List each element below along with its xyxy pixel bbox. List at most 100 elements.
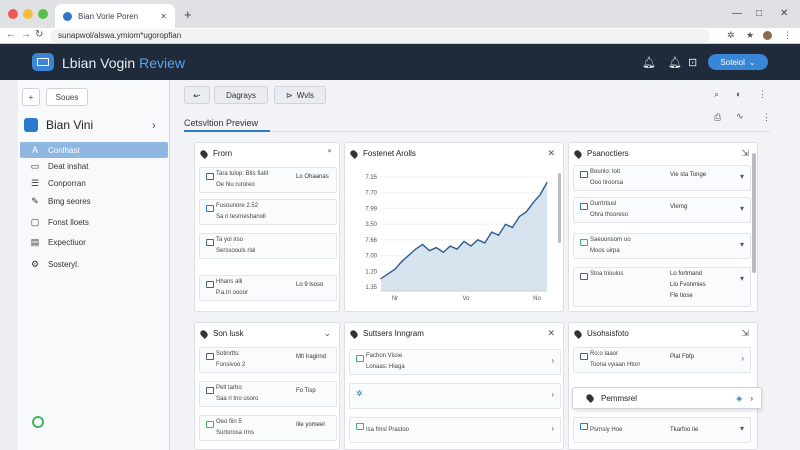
forward-arrow-icon[interactable]: → (21, 29, 31, 40)
list-item[interactable]: Oeo fiin 5 Surtorosa rrns Iile yomeel (199, 415, 337, 441)
row-line2: Oe hiu ruroreo (216, 182, 255, 188)
list-item[interactable]: Ro:o Iaaor Toona vyiaan Htorr Plat Fbfp … (573, 347, 751, 373)
chevron-down-icon[interactable]: ▾ (740, 204, 744, 213)
sidebar-item-deat-inshat[interactable]: ▭ Deat inshat (20, 158, 168, 174)
sidebar-item-sosteryl[interactable]: ⚙ Sosteryl. (20, 256, 168, 272)
chevron-down-icon[interactable]: ▾ (740, 424, 744, 433)
chevron-right-icon[interactable]: › (551, 390, 554, 399)
chevron-down-icon[interactable]: ▾ (740, 240, 744, 249)
data-point (511, 226, 514, 229)
data-point (387, 273, 389, 275)
search-doc-icon[interactable]: ⌕ (714, 89, 719, 100)
toolbar-diagrams-button[interactable]: Dagrays (214, 86, 268, 104)
list-item[interactable]: Gurrtrtiusl Ohra thsoreso Vlerng ▾ (573, 197, 751, 223)
sidebar-item-expectiuor[interactable]: ▤ Expectiuor (20, 234, 168, 250)
list-item[interactable]: Stoa trioulos Lo fortmand Llo Fvonmies F… (573, 267, 751, 307)
close-icon[interactable]: ✕ (547, 148, 555, 159)
minimize-window-dot[interactable] (23, 9, 33, 19)
chevron-right-icon[interactable]: › (741, 354, 744, 363)
list-item[interactable]: Sotinrtts: Fonsivoo 2 Mlt Iragirnd (199, 347, 337, 373)
tab-close-icon[interactable]: ✕ (160, 12, 167, 21)
panel-menu-icon[interactable]: ⇲ (741, 148, 749, 159)
select-button[interactable]: Soteiol ⌄ (708, 54, 768, 70)
scrollbar[interactable] (558, 173, 561, 243)
row-line2: Serssoouls rlal (216, 248, 256, 254)
data-point (497, 234, 500, 236)
y-tick-label: 1.35 (365, 285, 377, 291)
sidebar-item-label: Fonst lloets (48, 217, 89, 227)
list-item[interactable]: Pelt tarbo Saa ri tno usoro Fo Tisp (199, 381, 337, 407)
bell-icon[interactable]: 🔔︎ (668, 56, 682, 69)
close-window-button[interactable]: ✕ (780, 8, 788, 19)
bell-outline-icon[interactable]: 🔔︎ (642, 56, 656, 69)
chevron-right-icon[interactable]: › (152, 120, 156, 132)
more-vert-icon[interactable]: ⋮ (758, 89, 767, 100)
data-point (394, 268, 396, 270)
inbox-icon[interactable]: ⊡ (688, 56, 697, 69)
sidebar-item-label: Conporran (48, 178, 86, 188)
chevron-right-icon[interactable]: › (750, 394, 753, 403)
profile-avatar[interactable] (763, 31, 772, 40)
sidebar-item-bmg-seores[interactable]: ✎ Bmg seores (20, 193, 168, 209)
list-item[interactable]: Ta yoi irso Serssoouls rlal (199, 233, 337, 259)
sidebar-brand[interactable]: Bian Vini (24, 118, 93, 132)
add-button[interactable]: + (22, 88, 40, 106)
list-item[interactable]: Bounlo: Iolt Ooo tiroorsa Vie sta Tonge … (573, 165, 751, 191)
app-title-main: Lbian Vogin (62, 55, 140, 71)
back-arrow-icon[interactable]: ← (6, 29, 16, 40)
list-item[interactable]: Psrnsiy Hoe Tkarfoo Iie ▾ (573, 417, 751, 443)
extension-icon[interactable]: ✲ (727, 30, 735, 41)
row-line2: P.a.tri oooor (216, 290, 248, 296)
close-window-dot[interactable] (8, 9, 18, 19)
browser-tab-bar: Bian Vorie Poren ✕ + — □ ✕ (0, 0, 800, 28)
shield-icon[interactable]: ◈ (736, 394, 742, 403)
close-icon[interactable]: ✕ (547, 328, 555, 339)
row-line2: Toona vyiaan Htorr (590, 362, 641, 368)
list-item[interactable]: Isa fmsl Prastoo › (349, 417, 561, 443)
trend-icon[interactable]: ∿ (736, 111, 744, 122)
panel-suttsers: Suttsers Inngram ✕ Fachon Visse Lonaas: … (344, 322, 564, 450)
list-item[interactable]: Fusounore 2.52 Sa ri tesrneshanoll (199, 199, 337, 225)
collapse-icon[interactable]: ˟ (328, 148, 331, 158)
browser-menu-icon[interactable]: ⋮ (783, 30, 792, 41)
panel-chart: Fostenet Arolls ✕ 7.35 7.70 7.99 3.50 7.66 7.… (344, 142, 564, 312)
browser-tab[interactable]: Bian Vorie Poren ✕ (55, 4, 175, 28)
chevron-right-icon[interactable]: › (551, 424, 554, 433)
toolbar-views-button[interactable]: ⊳ Wvls (274, 86, 326, 104)
list-item[interactable]: ✲ › (349, 383, 561, 409)
url-bar[interactable]: sunapwol/alswa.ymiom*ugoropfian (50, 29, 710, 43)
chevron-down-icon[interactable]: ▾ (740, 172, 744, 181)
row-line2: Saa ri tno usoro (216, 396, 259, 402)
scrollbar[interactable] (752, 153, 756, 273)
panel-menu-icon[interactable]: ⇲ (741, 328, 749, 339)
app-header: Lbian Vogin Review 🔔︎ 🔔︎ ⊡ Soteiol ⌄ (0, 44, 800, 80)
toolbar-chart-button[interactable]: ↜ (184, 86, 210, 104)
list-item[interactable]: Tara tulop: Bits fiatil Oe hiu ruroreo L… (199, 167, 337, 193)
more-horiz-icon[interactable]: ⋮ (762, 112, 771, 123)
data-point (484, 242, 486, 244)
sidebar-item-fonst-lloets[interactable]: ▢ Fonst lloets (20, 214, 168, 230)
color-icon[interactable]: ◐ (736, 89, 741, 99)
print-icon[interactable]: ⎙ (714, 112, 721, 123)
bookmark-star-icon[interactable]: ★ (746, 30, 754, 41)
minimize-button[interactable]: — (732, 8, 742, 19)
sidebar-item-conlhast[interactable]: A Conlhast (20, 142, 168, 158)
sources-button[interactable]: Soues (46, 88, 88, 106)
collapse-icon[interactable]: ⌄ (323, 328, 331, 339)
floating-popup[interactable]: Pemmsrel ◈ › (572, 387, 762, 409)
list-item[interactable]: Fachon Visse Lonaas: Hiaga › (349, 349, 561, 375)
new-tab-button[interactable]: + (184, 7, 192, 22)
restore-button[interactable]: □ (756, 8, 762, 19)
pin-icon (349, 148, 359, 159)
square-icon: ▢ (30, 216, 40, 227)
reload-icon[interactable]: ↻ (35, 29, 43, 40)
line-chart: 7.35 7.70 7.99 3.50 7.66 7.00 1.20 1.35 Nr Vo No (365, 175, 548, 302)
maximize-window-dot[interactable] (38, 9, 48, 19)
x-tick-label: Vo (462, 296, 470, 302)
chevron-down-icon[interactable]: ▾ (740, 274, 744, 283)
list-item[interactable]: Hhans alli P.a.tri oooor Lo 9 lsoso (199, 275, 337, 301)
sidebar-item-conporran[interactable]: ☰ Conporran (20, 175, 168, 191)
chevron-right-icon[interactable]: › (551, 356, 554, 365)
tab-favicon-icon (63, 11, 72, 21)
list-item[interactable]: Saeuonsorn uo Moos uirpa ▾ (573, 233, 751, 259)
